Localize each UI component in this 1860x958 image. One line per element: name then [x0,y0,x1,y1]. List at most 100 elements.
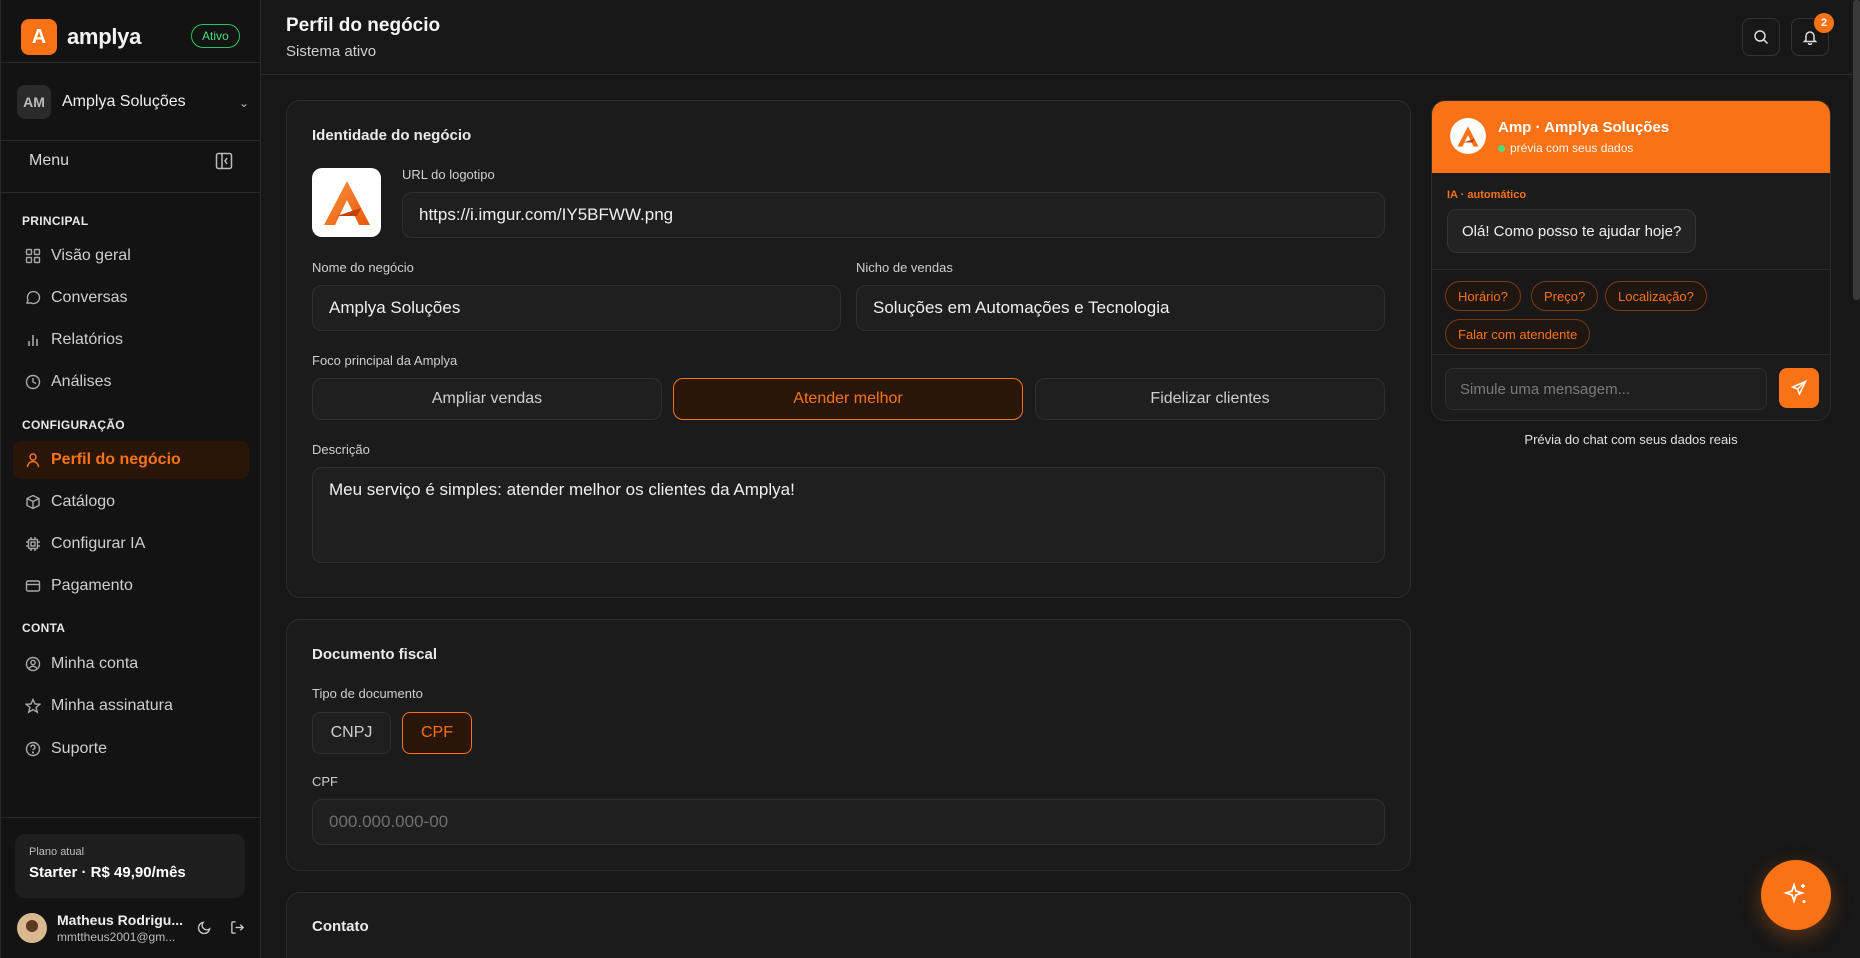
ia-label: IA · automático [1447,189,1527,201]
bar-chart-icon [25,332,41,348]
focus-option-fidelizar-clientes[interactable]: Fidelizar clientes [1035,378,1385,420]
quick-reply-localizacao[interactable]: Localização? [1605,281,1707,311]
ai-assistant-button[interactable] [1761,860,1831,930]
search-icon [1753,29,1769,45]
plan-value: Starter · R$ 49,90/mês [29,864,186,881]
niche-input[interactable]: Soluções em Automações e Tecnologia [856,285,1385,331]
sidebar: A amplya Ativo AM Amplya Soluções ⌄ Menu… [0,0,261,958]
amplya-logo-icon [1457,125,1479,147]
credit-card-icon [25,578,41,594]
current-plan-card[interactable]: Plano atual Starter · R$ 49,90/mês [15,834,245,898]
avatar[interactable] [17,913,47,943]
focus-label: Foco principal da Amplya [312,353,458,368]
chevron-down-icon: ⌄ [238,96,249,110]
org-switcher[interactable]: AM Amplya Soluções ⌄ [17,84,249,120]
sidebar-item-label: Visão geral [51,247,131,264]
bot-message-bubble: Olá! Como posso te ajudar hoje? [1447,209,1697,253]
scrollbar[interactable] [1853,0,1860,300]
chat-header: Amp · Amplya Soluções prévia com seus da… [1432,101,1830,173]
notifications-button[interactable]: 2 [1791,13,1834,56]
sidebar-item-label: Suporte [51,740,108,757]
business-logo-preview [312,168,381,237]
sidebar-item-label: Perfil do negócio [51,451,181,468]
identity-card: Identidade do negócio URL do logotipo ht… [286,100,1411,598]
chat-bot-name: Amp · Amplya Soluções [1498,119,1670,136]
sidebar-item-relatorios[interactable]: Relatórios [13,321,249,359]
collapse-sidebar-icon[interactable] [215,152,233,170]
business-name-label: Nome do negócio [312,260,414,275]
chat-status: prévia com seus dados [1498,141,1633,155]
search-button[interactable] [1742,18,1780,56]
sidebar-item-configurar-ia[interactable]: Configurar IA [13,525,249,563]
chat-bubble-icon [25,290,41,306]
section-configuracao: CONFIGURAÇÃO [22,418,125,432]
notification-count-badge: 2 [1814,13,1834,33]
divider [1,817,261,818]
page-title: Perfil do negócio [286,15,441,36]
contact-card: Contato [286,892,1411,958]
sidebar-item-pagamento[interactable]: Pagamento [13,567,249,605]
chat-preview: Amp · Amplya Soluções prévia com seus da… [1431,100,1831,421]
sparkles-icon [1782,881,1810,909]
focus-option-ampliar-vendas[interactable]: Ampliar vendas [312,378,662,420]
org-avatar: AM [17,85,51,119]
online-dot-icon [1498,144,1505,152]
sidebar-item-visao-geral[interactable]: Visão geral [13,237,249,275]
section-conta: CONTA [22,621,66,635]
focus-option-atender-melhor[interactable]: Atender melhor [673,378,1023,420]
moon-icon[interactable] [197,920,212,935]
fiscal-card: Documento fiscal Tipo de documento CNPJ … [286,619,1411,871]
user-email: mmttheus2001@gm... [57,930,176,944]
sidebar-item-label: Relatórios [51,331,124,348]
divider [1,140,261,141]
chat-preview-caption: Prévia do chat com seus dados reais [1524,432,1738,447]
contact-card-title: Contato [312,918,369,935]
sidebar-item-label: Pagamento [51,577,133,594]
sidebar-item-conversas[interactable]: Conversas [13,279,249,317]
cpf-input[interactable]: 000.000.000-00 [312,799,1385,845]
sidebar-item-label: Conversas [51,289,128,306]
identity-card-title: Identidade do negócio [312,127,472,144]
star-icon [25,698,41,714]
org-name: Amplya Soluções [62,93,186,110]
quick-reply-horario[interactable]: Horário? [1445,281,1521,311]
sidebar-item-minha-conta[interactable]: Minha conta [13,645,249,683]
chat-status-text: prévia com seus dados [1510,141,1634,155]
page-subtitle: Sistema ativo [286,43,377,60]
brand-name: amplya [67,24,142,49]
sidebar-item-minha-assinatura[interactable]: Minha assinatura [13,687,249,725]
sidebar-item-label: Catálogo [51,493,116,510]
logo-url-input[interactable]: https://i.imgur.com/IY5BFWW.png [402,192,1385,238]
chat-avatar [1450,118,1486,154]
sidebar-item-analises[interactable]: Análises [13,363,249,401]
doc-type-cnpj[interactable]: CNPJ [312,712,391,754]
sidebar-item-suporte[interactable]: Suporte [13,730,249,768]
user-circle-icon [25,656,41,672]
divider [1,192,261,193]
help-circle-icon [25,741,41,757]
sidebar-item-label: Minha conta [51,655,139,672]
brand-logo: A [21,19,57,55]
divider [1,62,261,63]
logout-icon[interactable] [230,920,245,935]
amplya-logo-icon [323,180,370,225]
business-name-input[interactable]: Amplya Soluções [312,285,841,331]
user-profile: Matheus Rodrigu... mmttheus2001@gm... [17,910,249,946]
logo-url-label: URL do logotipo [402,167,495,182]
sidebar-item-perfil-do-negocio[interactable]: Perfil do negócio [13,441,249,479]
grid-icon [25,248,41,264]
plan-label: Plano atual [29,846,85,858]
brand[interactable]: A amplya [21,19,141,55]
send-button[interactable] [1779,368,1819,408]
menu-label: Menu [29,152,70,169]
quick-reply-falar-com-atendente[interactable]: Falar com atendente [1445,319,1591,349]
clock-icon [25,374,41,390]
fiscal-card-title: Documento fiscal [312,646,438,663]
status-badge: Ativo [191,24,240,48]
chat-message-input[interactable]: Simule uma mensagem... [1445,368,1767,410]
doc-type-cpf[interactable]: CPF [402,712,472,754]
description-textarea[interactable]: Meu serviço é simples: atender melhor os… [312,467,1385,563]
user-name: Matheus Rodrigu... [57,912,183,928]
quick-reply-preco[interactable]: Preço? [1531,281,1599,311]
sidebar-item-catalogo[interactable]: Catálogo [13,483,249,521]
